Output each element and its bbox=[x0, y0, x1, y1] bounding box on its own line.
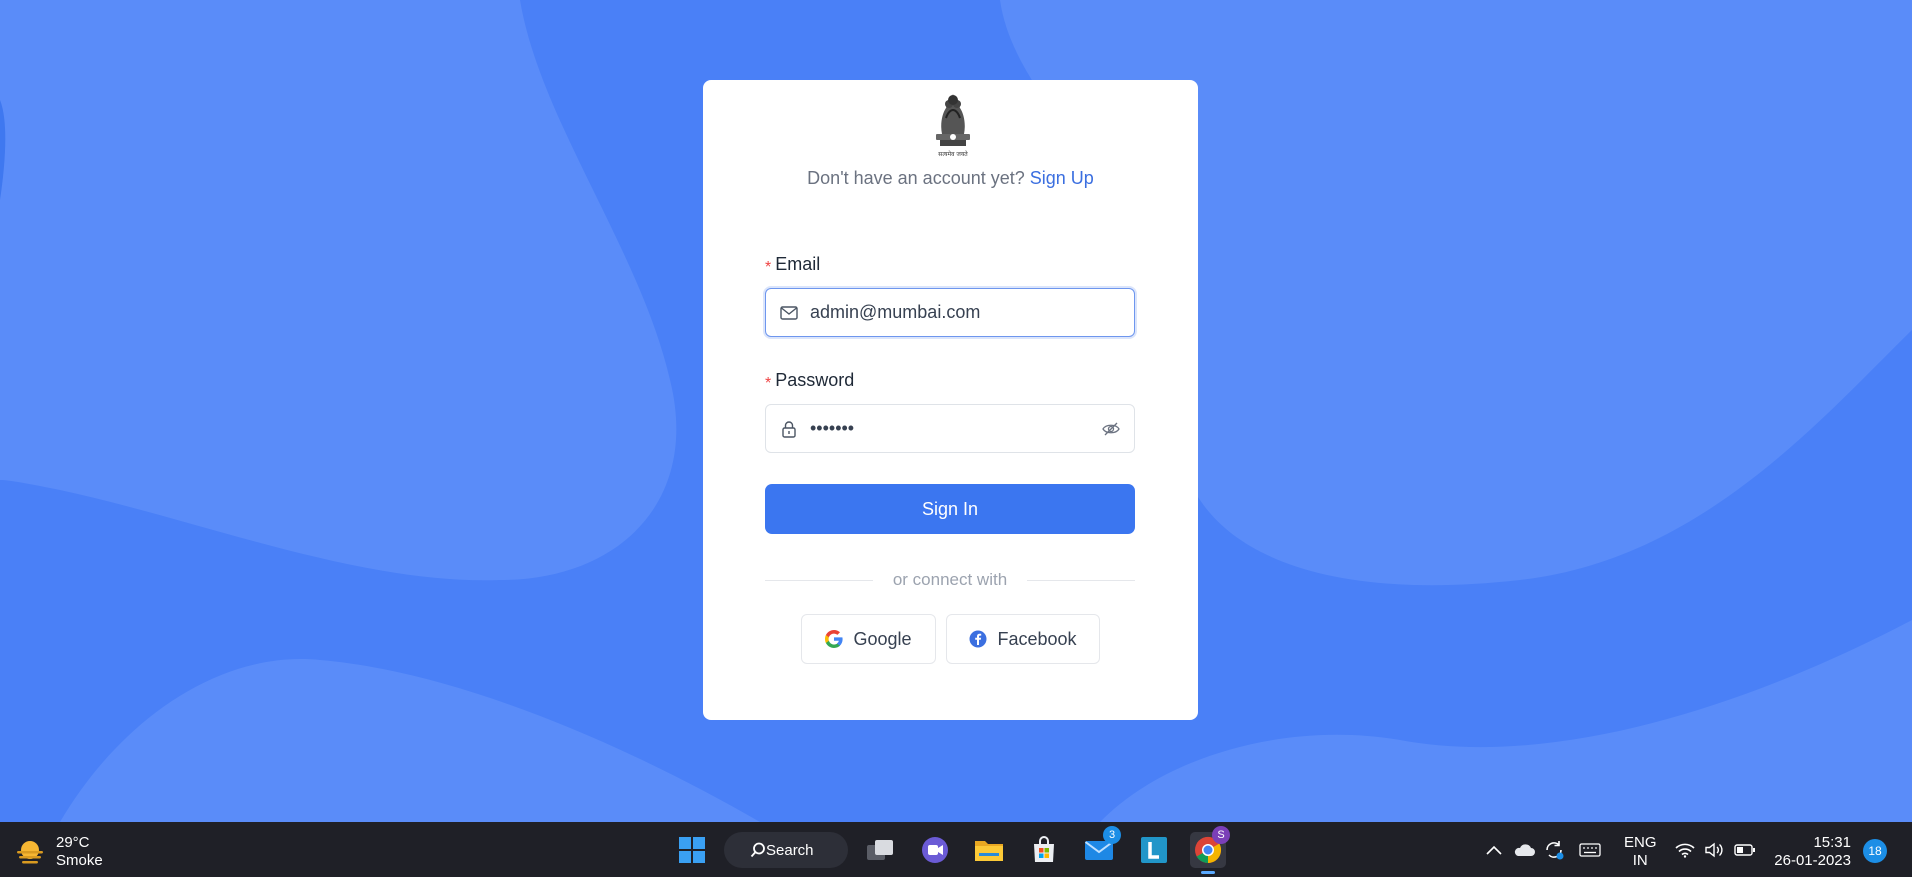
file-explorer-icon[interactable] bbox=[971, 832, 1007, 868]
lock-icon bbox=[778, 418, 800, 440]
volume-icon[interactable] bbox=[1702, 832, 1728, 868]
emblem-motto: सत्यमेव जयते bbox=[938, 150, 968, 158]
mail-icon bbox=[778, 302, 800, 324]
mail-app-icon[interactable]: 3 bbox=[1081, 826, 1121, 868]
chrome-profile-badge: S bbox=[1212, 826, 1230, 844]
sign-in-button[interactable]: Sign In bbox=[765, 484, 1135, 534]
connect-divider: or connect with bbox=[765, 570, 1135, 590]
clock-time: 15:31 bbox=[1813, 834, 1851, 851]
email-value: admin@mumbai.com bbox=[810, 302, 981, 322]
facebook-icon bbox=[969, 630, 987, 648]
login-card: सत्यमेव जयते Don't have an account yet? … bbox=[703, 80, 1198, 720]
facebook-label: Facebook bbox=[997, 628, 1077, 649]
l-app-icon[interactable] bbox=[1136, 832, 1172, 868]
signup-prompt-text: Don't have an account yet? bbox=[807, 168, 1025, 188]
password-value: ••••••• bbox=[810, 418, 855, 438]
sync-icon[interactable] bbox=[1540, 832, 1568, 868]
language-indicator[interactable]: ENG IN bbox=[1624, 834, 1657, 870]
eye-off-icon[interactable] bbox=[1100, 418, 1122, 440]
notification-count-badge[interactable]: 18 bbox=[1863, 839, 1887, 863]
wifi-icon[interactable] bbox=[1672, 832, 1698, 868]
teams-chat-icon[interactable] bbox=[917, 832, 953, 868]
clock[interactable]: 15:31 26-01-2023 bbox=[1773, 834, 1851, 870]
region-code: IN bbox=[1632, 852, 1648, 869]
password-field[interactable]: ••••••• bbox=[765, 404, 1135, 453]
start-button[interactable] bbox=[674, 832, 710, 868]
keyboard-icon[interactable] bbox=[1576, 832, 1604, 868]
mail-badge: 3 bbox=[1103, 826, 1121, 844]
battery-icon[interactable] bbox=[1732, 832, 1758, 868]
signup-prompt: Don't have an account yet? Sign Up bbox=[703, 168, 1198, 189]
weather-temperature: 29°C bbox=[56, 834, 90, 851]
search-icon bbox=[750, 842, 765, 858]
email-label: * Email bbox=[765, 254, 821, 276]
google-label: Google bbox=[853, 628, 912, 649]
facebook-login-button[interactable]: Facebook bbox=[946, 614, 1100, 664]
email-field[interactable]: admin@mumbai.com bbox=[765, 288, 1135, 337]
microsoft-store-icon[interactable] bbox=[1026, 832, 1062, 868]
clock-date: 26-01-2023 bbox=[1774, 852, 1851, 869]
google-icon bbox=[825, 630, 844, 648]
onedrive-cloud-icon[interactable] bbox=[1510, 832, 1538, 868]
taskbar: 29°C Smoke Search 3 S ENG IN 15:31 26-01… bbox=[0, 822, 1912, 877]
chrome-icon[interactable]: S bbox=[1190, 826, 1230, 874]
task-view-icon[interactable] bbox=[862, 832, 898, 868]
google-login-button[interactable]: Google bbox=[801, 614, 936, 664]
search-label: Search bbox=[766, 841, 814, 859]
password-label: * Password bbox=[765, 370, 855, 392]
weather-sun-icon bbox=[14, 836, 46, 868]
national-emblem-logo: सत्यमेव जयते bbox=[926, 88, 980, 160]
taskbar-search[interactable]: Search bbox=[724, 832, 848, 868]
signup-link[interactable]: Sign Up bbox=[1030, 168, 1094, 188]
weather-description: Smoke bbox=[56, 852, 103, 869]
chevron-up-icon[interactable] bbox=[1480, 832, 1508, 868]
weather-widget[interactable]: 29°C Smoke bbox=[14, 834, 103, 870]
language-code: ENG bbox=[1624, 834, 1657, 851]
